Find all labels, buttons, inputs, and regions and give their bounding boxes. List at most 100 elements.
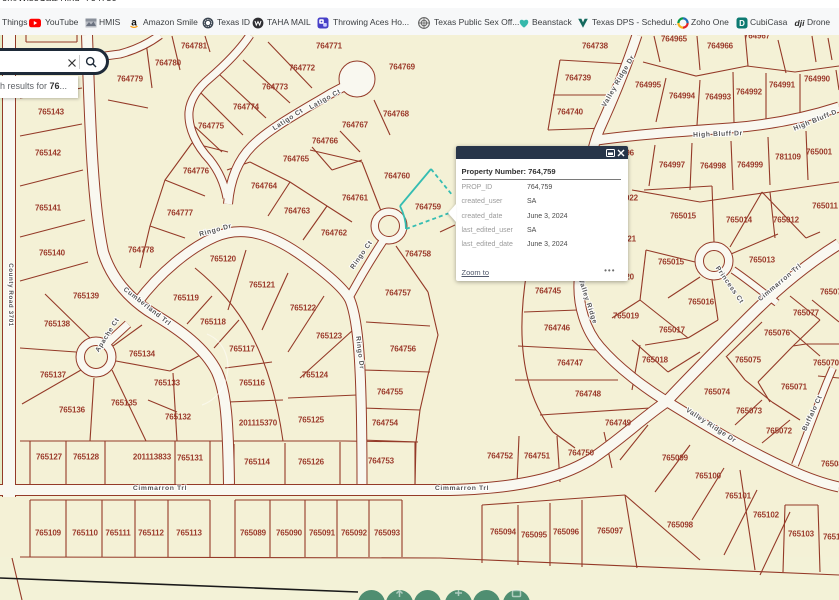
svg-text:765125: 765125 bbox=[298, 416, 325, 425]
svg-text:765098: 765098 bbox=[667, 521, 694, 530]
svg-text:764748: 764748 bbox=[575, 390, 602, 399]
svg-text:765091: 765091 bbox=[309, 529, 336, 538]
svg-text:764773: 764773 bbox=[262, 83, 289, 92]
svg-text:765114: 765114 bbox=[244, 458, 270, 467]
svg-text:764766: 764766 bbox=[312, 137, 339, 146]
svg-text:765126: 765126 bbox=[298, 458, 325, 467]
svg-text:765073: 765073 bbox=[736, 407, 763, 416]
svg-text:Cimmarron Trl: Cimmarron Trl bbox=[133, 485, 187, 492]
svg-text:764995: 764995 bbox=[635, 81, 662, 90]
svg-text:764757: 764757 bbox=[385, 289, 412, 298]
svg-text:764994: 764994 bbox=[669, 92, 696, 101]
svg-text:764998: 764998 bbox=[700, 162, 727, 171]
svg-text:764764: 764764 bbox=[251, 182, 278, 191]
svg-text:765089: 765089 bbox=[240, 529, 267, 538]
svg-text:764767: 764767 bbox=[342, 121, 369, 130]
svg-text:765013: 765013 bbox=[749, 256, 776, 265]
svg-text:764745: 764745 bbox=[535, 287, 562, 296]
svg-text:Cimmarron Trl: Cimmarron Trl bbox=[435, 485, 489, 492]
svg-text:765011: 765011 bbox=[812, 202, 838, 211]
svg-text:764990: 764990 bbox=[804, 75, 831, 84]
svg-text:764769: 764769 bbox=[389, 63, 416, 72]
svg-text:781109: 781109 bbox=[775, 153, 801, 162]
svg-text:764749: 764749 bbox=[605, 419, 632, 428]
svg-text:765012: 765012 bbox=[773, 216, 800, 225]
svg-text:765113: 765113 bbox=[176, 529, 202, 538]
svg-text:764775: 764775 bbox=[198, 122, 225, 131]
svg-text:765124: 765124 bbox=[302, 371, 329, 380]
svg-text:765077: 765077 bbox=[793, 309, 820, 318]
svg-text:764738: 764738 bbox=[582, 42, 609, 51]
svg-text:765085: 765085 bbox=[821, 460, 839, 469]
svg-text:765131: 765131 bbox=[177, 454, 204, 463]
svg-text:764992: 764992 bbox=[736, 88, 763, 97]
svg-text:765117: 765117 bbox=[229, 345, 255, 354]
svg-text:765137: 765137 bbox=[40, 371, 67, 380]
svg-text:dji: dji bbox=[795, 18, 806, 28]
svg-text:764991: 764991 bbox=[769, 81, 796, 90]
svg-text:765014: 765014 bbox=[726, 216, 753, 225]
svg-text:765018: 765018 bbox=[642, 356, 669, 365]
svg-text:765017: 765017 bbox=[659, 326, 686, 335]
svg-text:765128: 765128 bbox=[73, 453, 100, 462]
svg-text:765119: 765119 bbox=[173, 294, 199, 303]
svg-text:County Road 3701: County Road 3701 bbox=[7, 263, 14, 327]
svg-text:765090: 765090 bbox=[276, 529, 303, 538]
svg-text:D: D bbox=[739, 19, 745, 28]
svg-text:764755: 764755 bbox=[377, 388, 404, 397]
svg-text:765100: 765100 bbox=[695, 472, 722, 481]
svg-text:764753: 764753 bbox=[368, 457, 395, 466]
svg-text:765071: 765071 bbox=[781, 383, 808, 392]
svg-text:765122: 765122 bbox=[290, 304, 317, 313]
svg-text:765112: 765112 bbox=[138, 529, 164, 538]
svg-text:764759: 764759 bbox=[415, 203, 442, 212]
svg-text:765097: 765097 bbox=[597, 527, 624, 536]
svg-text:765094: 765094 bbox=[490, 528, 517, 537]
svg-text:764993: 764993 bbox=[705, 93, 732, 102]
svg-text:765072: 765072 bbox=[766, 427, 793, 436]
svg-text:764760: 764760 bbox=[384, 172, 411, 181]
svg-text:765101: 765101 bbox=[725, 492, 752, 501]
svg-text:764778: 764778 bbox=[128, 246, 155, 255]
svg-text:764776: 764776 bbox=[183, 167, 210, 176]
svg-text:765102: 765102 bbox=[753, 511, 780, 520]
svg-text:764758: 764758 bbox=[405, 250, 432, 259]
svg-text:765143: 765143 bbox=[38, 108, 65, 117]
svg-text:765140: 765140 bbox=[39, 249, 66, 258]
svg-text:764771: 764771 bbox=[316, 42, 343, 51]
svg-text:765015: 765015 bbox=[670, 212, 697, 221]
svg-text:764762: 764762 bbox=[321, 229, 348, 238]
svg-text:764756: 764756 bbox=[390, 345, 417, 354]
svg-text:764772: 764772 bbox=[289, 64, 316, 73]
svg-text:764747: 764747 bbox=[557, 359, 584, 368]
svg-text:201113833: 201113833 bbox=[133, 453, 172, 462]
svg-text:764765: 764765 bbox=[283, 155, 310, 164]
svg-text:764761: 764761 bbox=[342, 194, 369, 203]
svg-text:765121: 765121 bbox=[249, 281, 276, 290]
svg-text:764781: 764781 bbox=[181, 42, 208, 51]
svg-text:765070: 765070 bbox=[813, 359, 839, 368]
svg-text:765116: 765116 bbox=[239, 379, 265, 388]
svg-text:765092: 765092 bbox=[341, 529, 368, 538]
svg-text:764965: 764965 bbox=[661, 35, 688, 44]
svg-text:765078: 765078 bbox=[820, 288, 839, 297]
svg-text:764967: 764967 bbox=[744, 35, 771, 41]
svg-text:765138: 765138 bbox=[44, 320, 71, 329]
svg-text:765096: 765096 bbox=[553, 528, 580, 537]
svg-text:765093: 765093 bbox=[374, 529, 401, 538]
svg-text:765103: 765103 bbox=[788, 530, 815, 539]
svg-text:765120: 765120 bbox=[210, 255, 237, 264]
svg-text:764752: 764752 bbox=[487, 452, 514, 461]
svg-text:765141: 765141 bbox=[35, 204, 62, 213]
svg-text:765139: 765139 bbox=[73, 292, 100, 301]
svg-text:765142: 765142 bbox=[35, 149, 62, 158]
svg-text:764779: 764779 bbox=[117, 75, 144, 84]
svg-text:765136: 765136 bbox=[59, 406, 86, 415]
svg-text:201115370: 201115370 bbox=[239, 419, 278, 428]
svg-text:765109: 765109 bbox=[35, 529, 62, 538]
svg-text:764754: 764754 bbox=[372, 419, 399, 428]
svg-text:765133: 765133 bbox=[154, 379, 181, 388]
svg-text:765135: 765135 bbox=[111, 399, 138, 408]
svg-text:765001: 765001 bbox=[806, 148, 833, 157]
svg-text:765123: 765123 bbox=[316, 332, 343, 341]
